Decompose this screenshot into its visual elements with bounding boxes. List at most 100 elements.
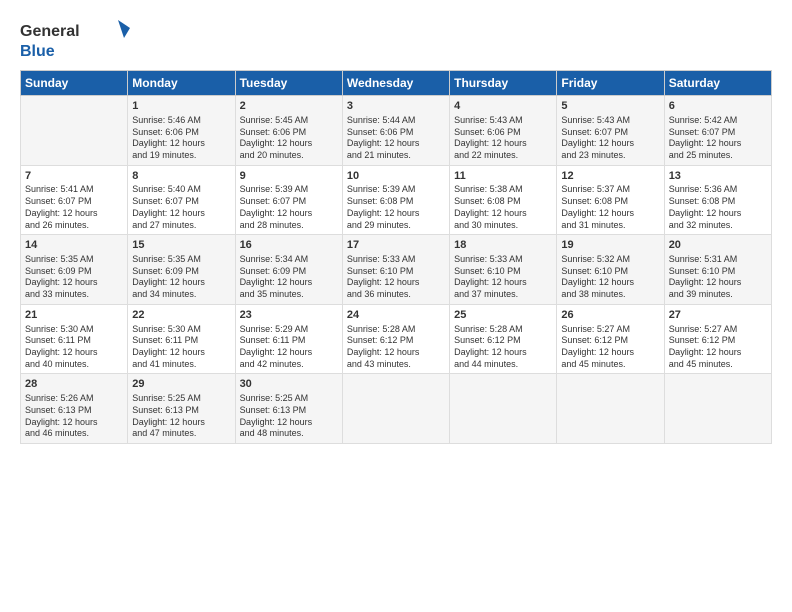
day-number: 17 (347, 238, 445, 253)
logo: General Blue (20, 18, 130, 62)
cell-text: and 46 minutes. (25, 428, 123, 440)
cell-text: Sunrise: 5:39 AM (240, 184, 338, 196)
calendar-cell: 30Sunrise: 5:25 AMSunset: 6:13 PMDayligh… (235, 374, 342, 444)
cell-text: and 40 minutes. (25, 359, 123, 371)
cell-text: Sunset: 6:10 PM (347, 266, 445, 278)
cell-text: Sunset: 6:12 PM (347, 335, 445, 347)
cell-text: Sunrise: 5:42 AM (669, 115, 767, 127)
cell-text: Sunset: 6:08 PM (669, 196, 767, 208)
cell-text: Sunset: 6:07 PM (561, 127, 659, 139)
cell-text: Sunrise: 5:35 AM (25, 254, 123, 266)
svg-text:Blue: Blue (20, 43, 55, 60)
day-number: 22 (132, 308, 230, 323)
col-header-monday: Monday (128, 71, 235, 96)
cell-text: and 23 minutes. (561, 150, 659, 162)
day-number: 25 (454, 308, 552, 323)
calendar-cell (557, 374, 664, 444)
cell-text: Sunrise: 5:28 AM (347, 324, 445, 336)
cell-text: Daylight: 12 hours (561, 138, 659, 150)
cell-text: Daylight: 12 hours (669, 208, 767, 220)
day-number: 8 (132, 169, 230, 184)
calendar-cell: 15Sunrise: 5:35 AMSunset: 6:09 PMDayligh… (128, 235, 235, 305)
cell-text: and 35 minutes. (240, 289, 338, 301)
cell-text: and 28 minutes. (240, 220, 338, 232)
cell-text: Sunset: 6:06 PM (454, 127, 552, 139)
calendar-cell: 19Sunrise: 5:32 AMSunset: 6:10 PMDayligh… (557, 235, 664, 305)
cell-text: Sunrise: 5:38 AM (454, 184, 552, 196)
cell-text: Sunrise: 5:39 AM (347, 184, 445, 196)
day-number: 21 (25, 308, 123, 323)
cell-text: and 22 minutes. (454, 150, 552, 162)
calendar-cell (450, 374, 557, 444)
cell-text: Sunrise: 5:28 AM (454, 324, 552, 336)
cell-text: Sunrise: 5:27 AM (561, 324, 659, 336)
cell-text: Sunrise: 5:44 AM (347, 115, 445, 127)
cell-text: and 26 minutes. (25, 220, 123, 232)
col-header-wednesday: Wednesday (342, 71, 449, 96)
cell-text: Daylight: 12 hours (132, 347, 230, 359)
cell-text: and 38 minutes. (561, 289, 659, 301)
cell-text: and 30 minutes. (454, 220, 552, 232)
cell-text: Sunset: 6:10 PM (669, 266, 767, 278)
cell-text: Sunrise: 5:46 AM (132, 115, 230, 127)
day-number: 14 (25, 238, 123, 253)
cell-text: Sunrise: 5:36 AM (669, 184, 767, 196)
cell-text: and 34 minutes. (132, 289, 230, 301)
cell-text: and 36 minutes. (347, 289, 445, 301)
cell-text: Daylight: 12 hours (454, 347, 552, 359)
cell-text: Daylight: 12 hours (561, 208, 659, 220)
cell-text: Sunset: 6:09 PM (132, 266, 230, 278)
day-number: 23 (240, 308, 338, 323)
cell-text: Sunset: 6:07 PM (669, 127, 767, 139)
cell-text: and 44 minutes. (454, 359, 552, 371)
cell-text: Sunset: 6:10 PM (454, 266, 552, 278)
day-number: 13 (669, 169, 767, 184)
calendar-cell: 17Sunrise: 5:33 AMSunset: 6:10 PMDayligh… (342, 235, 449, 305)
cell-text: Sunset: 6:08 PM (561, 196, 659, 208)
cell-text: and 37 minutes. (454, 289, 552, 301)
cell-text: and 33 minutes. (25, 289, 123, 301)
logo-container: General Blue (20, 18, 130, 62)
cell-text: Sunrise: 5:25 AM (132, 393, 230, 405)
cell-text: and 45 minutes. (669, 359, 767, 371)
cell-text: Daylight: 12 hours (240, 277, 338, 289)
cell-text: Sunset: 6:13 PM (240, 405, 338, 417)
cell-text: Sunset: 6:13 PM (25, 405, 123, 417)
cell-text: Daylight: 12 hours (25, 208, 123, 220)
cell-text: Daylight: 12 hours (347, 277, 445, 289)
calendar-cell: 4Sunrise: 5:43 AMSunset: 6:06 PMDaylight… (450, 96, 557, 166)
calendar-cell: 13Sunrise: 5:36 AMSunset: 6:08 PMDayligh… (664, 165, 771, 235)
calendar-cell: 11Sunrise: 5:38 AMSunset: 6:08 PMDayligh… (450, 165, 557, 235)
cell-text: Sunset: 6:10 PM (561, 266, 659, 278)
calendar-cell: 20Sunrise: 5:31 AMSunset: 6:10 PMDayligh… (664, 235, 771, 305)
cell-text: and 45 minutes. (561, 359, 659, 371)
week-row-1: 1Sunrise: 5:46 AMSunset: 6:06 PMDaylight… (21, 96, 772, 166)
cell-text: Daylight: 12 hours (25, 417, 123, 429)
cell-text: Daylight: 12 hours (132, 138, 230, 150)
cell-text: Daylight: 12 hours (561, 347, 659, 359)
page: General Blue SundayMondayTuesdayWednesda… (0, 0, 792, 612)
calendar-cell: 12Sunrise: 5:37 AMSunset: 6:08 PMDayligh… (557, 165, 664, 235)
calendar-cell (342, 374, 449, 444)
day-number: 24 (347, 308, 445, 323)
cell-text: Sunrise: 5:35 AM (132, 254, 230, 266)
day-number: 7 (25, 169, 123, 184)
cell-text: Daylight: 12 hours (132, 277, 230, 289)
cell-text: and 31 minutes. (561, 220, 659, 232)
calendar-cell: 2Sunrise: 5:45 AMSunset: 6:06 PMDaylight… (235, 96, 342, 166)
cell-text: Sunrise: 5:33 AM (347, 254, 445, 266)
calendar-table: SundayMondayTuesdayWednesdayThursdayFrid… (20, 70, 772, 444)
day-number: 12 (561, 169, 659, 184)
calendar-cell: 10Sunrise: 5:39 AMSunset: 6:08 PMDayligh… (342, 165, 449, 235)
col-header-thursday: Thursday (450, 71, 557, 96)
week-row-4: 21Sunrise: 5:30 AMSunset: 6:11 PMDayligh… (21, 304, 772, 374)
cell-text: and 27 minutes. (132, 220, 230, 232)
calendar-cell: 8Sunrise: 5:40 AMSunset: 6:07 PMDaylight… (128, 165, 235, 235)
cell-text: Daylight: 12 hours (347, 347, 445, 359)
day-number: 15 (132, 238, 230, 253)
calendar-cell: 21Sunrise: 5:30 AMSunset: 6:11 PMDayligh… (21, 304, 128, 374)
day-number: 20 (669, 238, 767, 253)
calendar-cell: 5Sunrise: 5:43 AMSunset: 6:07 PMDaylight… (557, 96, 664, 166)
calendar-cell: 25Sunrise: 5:28 AMSunset: 6:12 PMDayligh… (450, 304, 557, 374)
cell-text: Daylight: 12 hours (669, 347, 767, 359)
